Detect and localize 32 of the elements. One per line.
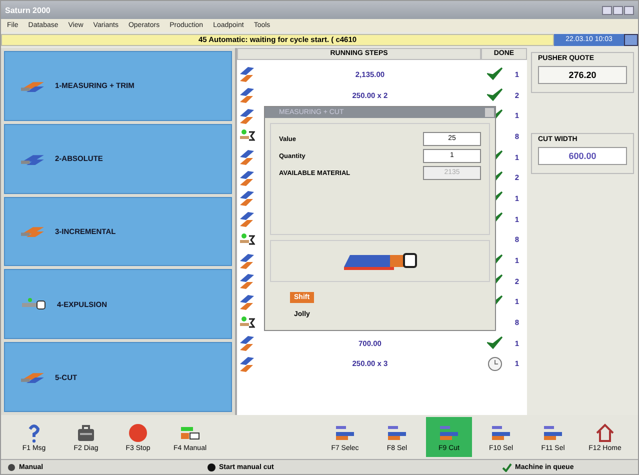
profile-icon [239,252,255,270]
maximize-button[interactable] [613,6,623,14]
value-display: 600.00 [538,147,627,165]
profile-icon [21,371,45,384]
profile-icon [239,272,255,290]
gear-icon [7,462,16,472]
stop-icon [128,422,148,442]
profile-icon [239,106,255,125]
profile-icon [239,292,255,311]
profile-icon [239,148,255,166]
check-icon [502,462,512,472]
expulsion-icon [239,314,255,331]
minimize-button[interactable] [602,6,612,14]
profile-icon [239,65,255,84]
profile-icon [239,210,255,228]
profile-icon [239,168,255,187]
home-icon [595,422,615,442]
window-title: Saturn 2000 [5,6,50,14]
profile-icon [239,334,255,352]
profile-icon [21,80,45,92]
dot-icon [207,462,216,472]
profile-icon [21,152,45,165]
close-button[interactable] [624,6,634,14]
expulsion-icon [21,297,47,312]
value-display: 276.20 [538,66,627,84]
profile-icon [239,189,255,208]
profile-icon [239,354,255,373]
case-icon [76,422,96,442]
profile-icon [239,86,255,104]
clock-button[interactable] [624,34,638,46]
profile-icon [21,225,45,238]
expulsion-icon [239,232,255,248]
